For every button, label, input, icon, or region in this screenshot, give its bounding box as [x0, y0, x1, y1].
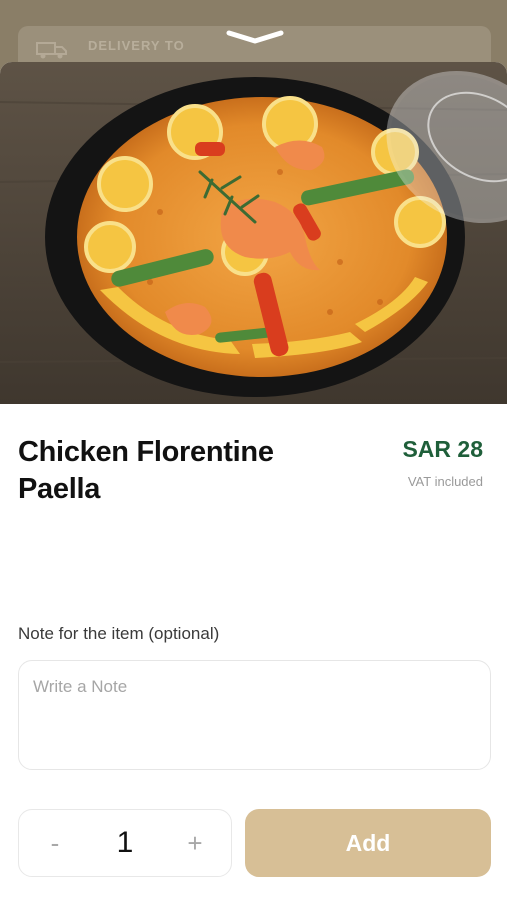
- add-to-cart-button[interactable]: Add: [245, 809, 491, 877]
- delivery-to-label: DELIVERY TO: [88, 38, 185, 53]
- vat-note: VAT included: [407, 474, 483, 489]
- quantity-stepper: - 1 +: [18, 809, 232, 877]
- product-sheet: Chicken Florentine Paella SAR 28 VAT inc…: [0, 62, 507, 900]
- chevron-down-icon[interactable]: [225, 30, 285, 44]
- quantity-value: 1: [116, 826, 134, 859]
- product-price: SAR 28: [402, 436, 483, 462]
- note-input[interactable]: [18, 660, 491, 770]
- note-label: Note for the item (optional): [18, 624, 220, 643]
- paella-dish-photo: [0, 62, 507, 404]
- increment-button[interactable]: +: [181, 828, 209, 859]
- truck-icon: [36, 42, 67, 59]
- product-name: Chicken Florentine Paella: [18, 436, 274, 505]
- decrement-button[interactable]: -: [41, 828, 69, 859]
